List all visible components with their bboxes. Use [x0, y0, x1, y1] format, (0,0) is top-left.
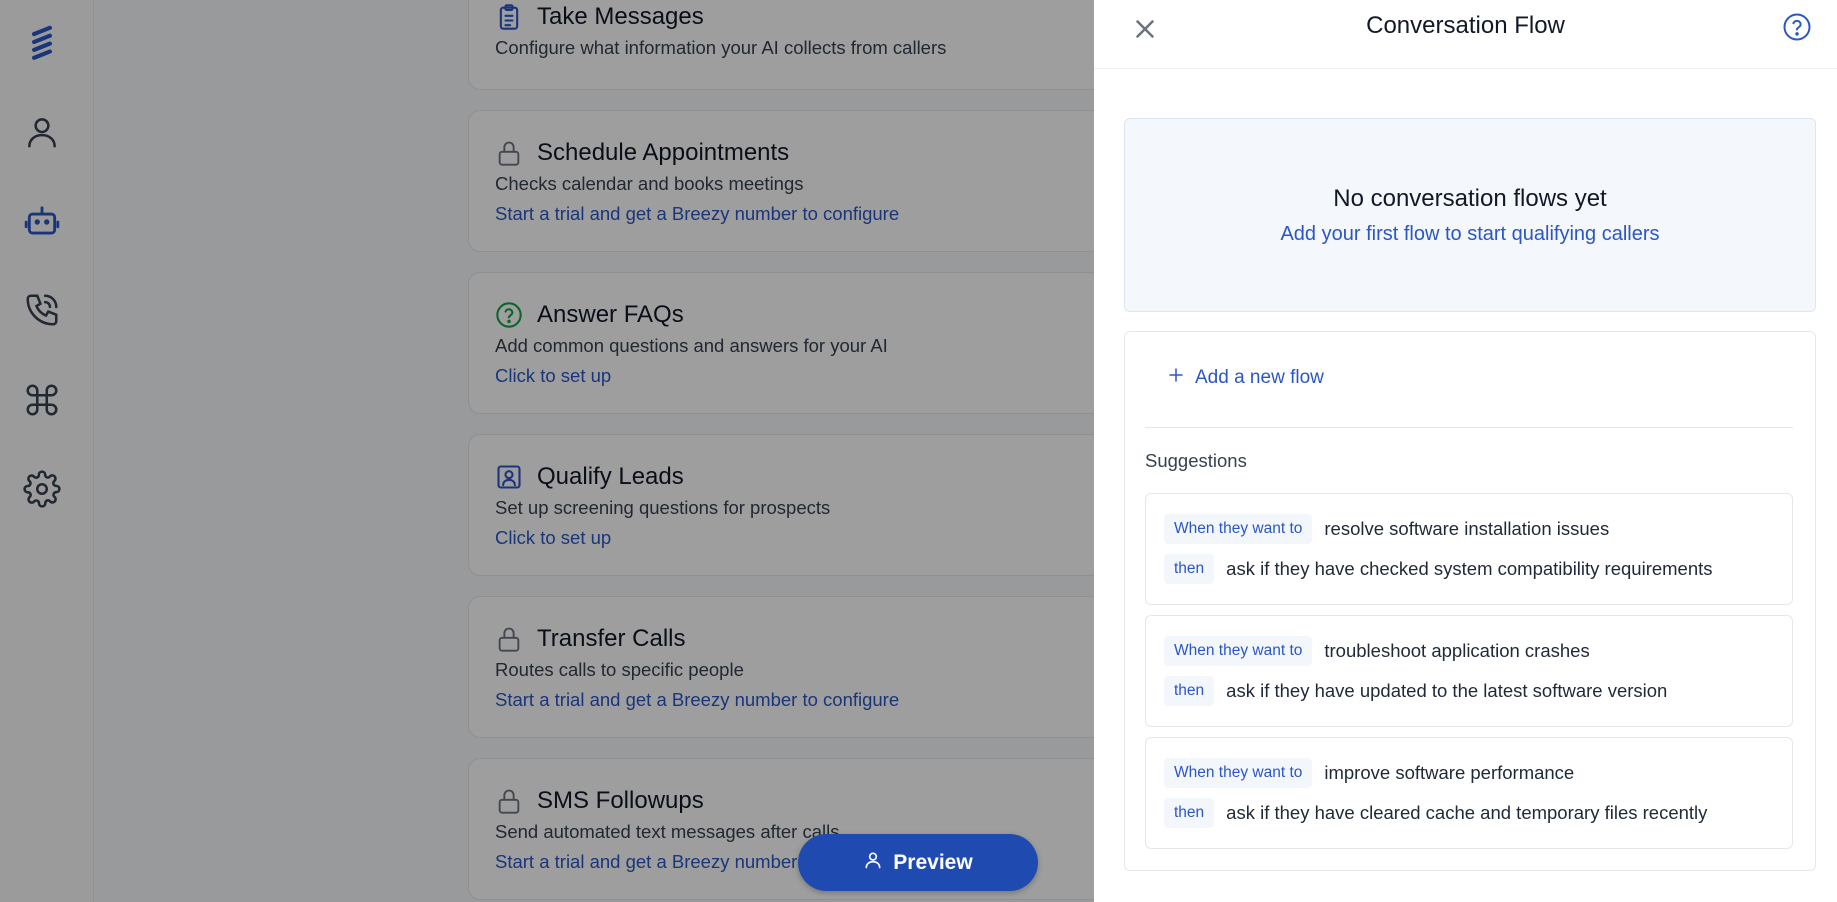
then-chip: then: [1164, 798, 1215, 828]
flows-section: Add a new flow Suggestions When they wan…: [1124, 331, 1816, 871]
modal-backdrop[interactable]: [0, 0, 1094, 902]
when-chip: When they want to: [1164, 758, 1313, 788]
when-chip: When they want to: [1164, 514, 1313, 544]
when-text: improve software performance: [1324, 762, 1575, 783]
suggestion-card[interactable]: When they want to troubleshoot applicati…: [1145, 615, 1793, 727]
then-text: ask if they have updated to the latest s…: [1226, 680, 1668, 701]
suggestions-label: Suggestions: [1145, 450, 1247, 471]
then-text: ask if they have checked system compatib…: [1226, 558, 1713, 579]
panel-header: Conversation Flow: [1094, 0, 1837, 69]
then-text: ask if they have cleared cache and tempo…: [1226, 802, 1708, 823]
divider: [1145, 427, 1793, 428]
then-chip: then: [1164, 554, 1215, 584]
when-text: resolve software installation issues: [1324, 518, 1610, 539]
conversation-flow-panel: Conversation Flow No conversation flows …: [1094, 0, 1837, 902]
help-icon[interactable]: [1782, 12, 1812, 42]
empty-state: No conversation flows yet Add your first…: [1124, 118, 1816, 312]
empty-state-subtitle: Add your first flow to start qualifying …: [1280, 223, 1660, 245]
add-flow-button[interactable]: Add a new flow: [1167, 366, 1324, 390]
when-text: troubleshoot application crashes: [1324, 640, 1590, 661]
then-chip: then: [1164, 676, 1215, 706]
preview-label: Preview: [893, 850, 973, 874]
preview-button[interactable]: Preview: [798, 834, 1038, 891]
person-icon: [863, 850, 883, 876]
panel-title: Conversation Flow: [1366, 12, 1565, 39]
plus-icon: [1167, 366, 1185, 390]
add-flow-label: Add a new flow: [1195, 367, 1324, 388]
when-chip: When they want to: [1164, 636, 1313, 666]
empty-state-title: No conversation flows yet: [1333, 185, 1607, 212]
suggestion-card[interactable]: When they want to improve software perfo…: [1145, 737, 1793, 849]
suggestion-card[interactable]: When they want to resolve software insta…: [1145, 493, 1793, 605]
